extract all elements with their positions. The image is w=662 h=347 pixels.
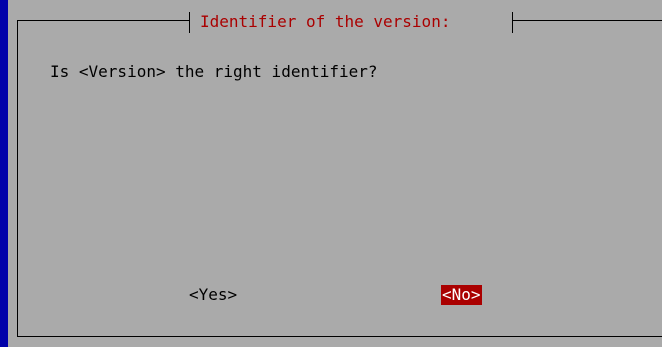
dialog-border-left <box>17 20 18 336</box>
dialog-border-top-right <box>512 20 662 21</box>
dialog-border-top-left <box>17 20 189 21</box>
terminal-screen: Identifier of the version: Is <Version> … <box>0 0 662 347</box>
dialog-border-bottom <box>17 336 662 337</box>
title-separator-right <box>512 12 513 33</box>
dialog-title: Identifier of the version: <box>200 12 451 31</box>
no-button[interactable]: <No> <box>441 285 482 305</box>
title-separator-left <box>189 12 190 33</box>
dialog-message: Is <Version> the right identifier? <box>50 62 378 81</box>
dialog-box: Identifier of the version: Is <Version> … <box>8 0 662 347</box>
yes-button[interactable]: <Yes> <box>189 285 237 305</box>
